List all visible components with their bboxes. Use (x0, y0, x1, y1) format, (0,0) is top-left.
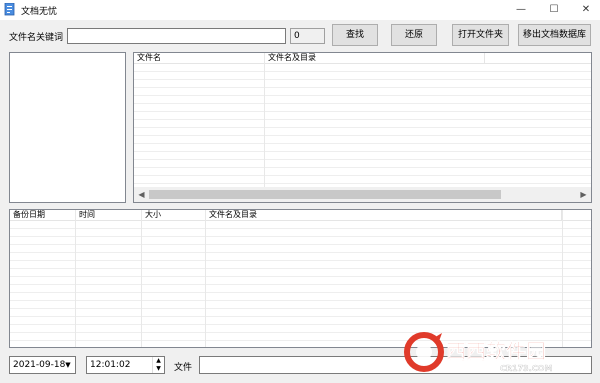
watermark-subtext: CR173.COM (500, 364, 552, 373)
column-divider (562, 210, 563, 347)
backup-list-rows (10, 221, 591, 347)
title-bar: 文档无忧 — ☐ ✕ (0, 0, 600, 20)
spin-down-icon[interactable]: ▼ (153, 365, 164, 373)
column-header-backup-date[interactable]: 备份日期 (10, 210, 76, 221)
find-button[interactable]: 查找 (332, 24, 378, 46)
scroll-thumb[interactable] (149, 190, 501, 199)
restore-button[interactable]: 还原 (391, 24, 437, 46)
folder-tree-panel[interactable] (9, 52, 126, 203)
column-header-time[interactable]: 时间 (76, 210, 142, 221)
site-watermark: 西西软件园 CR173.COM (404, 330, 580, 374)
column-header-path[interactable]: 文件名及目录 (206, 210, 562, 221)
column-divider (75, 210, 76, 347)
dropdown-arrow-icon[interactable]: ▼ (61, 357, 75, 373)
keyword-input-box[interactable] (67, 28, 286, 44)
keyword-input[interactable] (68, 29, 285, 43)
column-header-filename[interactable]: 文件名 (134, 53, 265, 64)
file-list-rows (134, 64, 591, 187)
file-label: 文件 (174, 363, 193, 373)
scroll-right-arrow-icon[interactable]: ▶ (576, 187, 591, 202)
minimize-button[interactable]: — (507, 0, 535, 20)
time-picker[interactable]: 12:01:02 ▲ ▼ (86, 356, 165, 374)
window-title: 文档无忧 (21, 7, 58, 17)
keyword-label: 文件名关键词 (9, 33, 64, 43)
file-list-panel[interactable]: 文件名 文件名及目录 ◀ ▶ (133, 52, 592, 203)
close-button[interactable]: ✕ (572, 0, 600, 20)
file-list-header: 文件名 文件名及目录 (134, 53, 591, 64)
column-divider (264, 53, 265, 202)
date-picker[interactable]: 2021-09-18 ▼ (9, 356, 76, 374)
column-divider (205, 210, 206, 347)
date-value: 2021-09-18 (13, 360, 66, 370)
column-divider (141, 210, 142, 347)
time-spinner[interactable]: ▲ ▼ (152, 357, 164, 373)
scroll-left-arrow-icon[interactable]: ◀ (134, 187, 149, 202)
result-count: 0 (290, 28, 325, 44)
spin-up-icon[interactable]: ▲ (153, 357, 164, 365)
column-header-size[interactable]: 大小 (142, 210, 206, 221)
app-icon (4, 3, 15, 16)
open-folder-button[interactable]: 打开文件夹 (452, 24, 509, 46)
column-header-filepath[interactable]: 文件名及目录 (265, 53, 485, 64)
backup-list-header: 备份日期 时间 大小 文件名及目录 (10, 210, 591, 221)
file-list-hscrollbar[interactable]: ◀ ▶ (134, 187, 591, 202)
time-value: 12:01:02 (90, 360, 131, 370)
watermark-text: 西西软件园 (446, 339, 546, 363)
remove-from-db-button[interactable]: 移出文档数据库 (518, 24, 591, 46)
maximize-button[interactable]: ☐ (540, 0, 568, 20)
backup-list-panel[interactable]: 备份日期 时间 大小 文件名及目录 (9, 209, 592, 348)
watermark-logo-icon: 西西软件园 CR173.COM (404, 332, 553, 373)
